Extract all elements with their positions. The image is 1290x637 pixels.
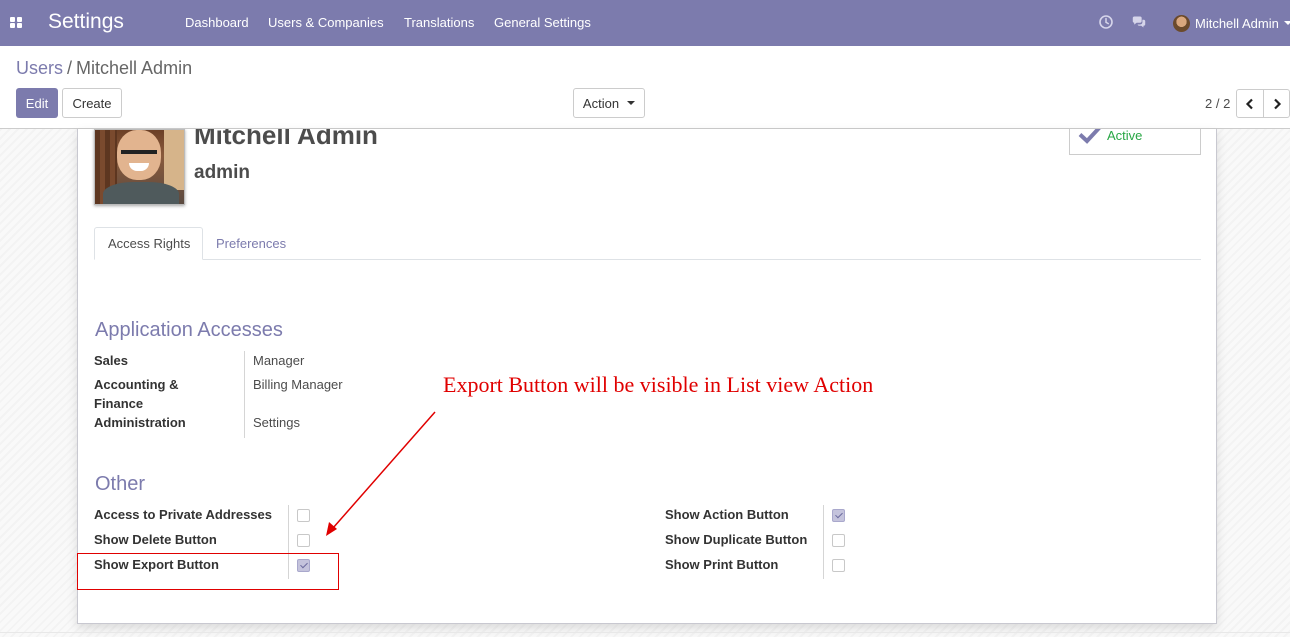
field-label-show-print: Show Print Button — [665, 557, 779, 572]
field-value-administration[interactable]: Settings — [253, 415, 300, 430]
field-label-administration: Administration — [94, 415, 186, 430]
field-value-accounting[interactable]: Billing Manager — [253, 377, 343, 392]
annotation-text: Export Button will be visible in List vi… — [443, 372, 874, 397]
section-title-other: Other — [95, 473, 146, 495]
user-photo[interactable] — [94, 129, 185, 205]
tab-preferences[interactable]: Preferences — [203, 227, 299, 260]
pager-value: 2 / 2 — [1205, 96, 1231, 111]
active-status-label: Active — [1107, 129, 1143, 143]
show-print-checkbox[interactable] — [832, 559, 845, 572]
menu-users-companies[interactable]: Users & Companies — [268, 15, 384, 30]
field-label-show-delete: Show Delete Button — [94, 532, 217, 547]
field-divider — [823, 505, 824, 579]
user-login-field: admin — [194, 162, 250, 183]
page-bottom-border — [0, 632, 1290, 633]
field-label-show-action: Show Action Button — [665, 507, 789, 522]
menu-dashboard[interactable]: Dashboard — [185, 15, 249, 30]
breadcrumb-separator: / — [67, 58, 73, 78]
app-title[interactable]: Settings — [48, 10, 124, 34]
field-divider — [244, 351, 245, 438]
edit-button[interactable]: Edit — [16, 88, 58, 118]
action-dropdown-button[interactable]: Action — [573, 88, 645, 118]
private-addresses-checkbox[interactable] — [297, 509, 310, 522]
user-name-field: Mitchell Admin — [194, 129, 378, 150]
user-avatar — [1173, 14, 1190, 32]
breadcrumb-current: Mitchell Admin — [76, 58, 193, 78]
field-value-sales[interactable]: Manager — [253, 353, 304, 368]
pager-next-button[interactable] — [1263, 89, 1290, 118]
show-duplicate-checkbox[interactable] — [832, 534, 845, 547]
top-navbar: Settings Dashboard Users & Companies Tra… — [0, 0, 1290, 46]
chevron-right-icon — [1273, 98, 1281, 109]
user-menu-name: Mitchell Admin — [1195, 15, 1279, 31]
field-label-private-addresses: Access to Private Addresses — [94, 507, 273, 522]
field-label-sales: Sales — [94, 353, 128, 368]
breadcrumb: Users / Mitchell Admin — [16, 58, 192, 79]
show-action-checkbox[interactable] — [832, 509, 845, 522]
user-menu[interactable]: Mitchell Admin — [1173, 13, 1290, 33]
caret-down-icon — [627, 101, 636, 105]
check-icon — [1078, 129, 1101, 144]
section-title-application-accesses: Application Accesses — [95, 319, 283, 341]
show-delete-checkbox[interactable] — [297, 534, 310, 547]
chevron-left-icon — [1245, 98, 1253, 109]
active-status-button[interactable]: Active — [1069, 129, 1201, 155]
breadcrumb-users-link[interactable]: Users — [16, 58, 63, 78]
tab-access-rights[interactable]: Access Rights — [94, 227, 203, 260]
field-label-show-duplicate: Show Duplicate Button — [665, 532, 808, 547]
apps-grid-icon[interactable] — [10, 17, 22, 28]
chat-icon[interactable] — [1131, 14, 1147, 30]
create-button[interactable]: Create — [62, 88, 122, 118]
annotation-highlight-box — [77, 553, 339, 590]
menu-translations[interactable]: Translations — [404, 15, 474, 30]
menu-general-settings[interactable]: General Settings — [494, 15, 591, 30]
field-label-accounting: Accounting & Finance — [94, 377, 179, 411]
action-button-label: Action — [582, 95, 620, 111]
control-panel: Users / Mitchell Admin Edit Create Action … — [0, 46, 1290, 129]
pager-previous-button[interactable] — [1236, 89, 1264, 118]
clock-icon[interactable] — [1098, 14, 1114, 30]
chevron-down-icon — [1283, 21, 1290, 25]
